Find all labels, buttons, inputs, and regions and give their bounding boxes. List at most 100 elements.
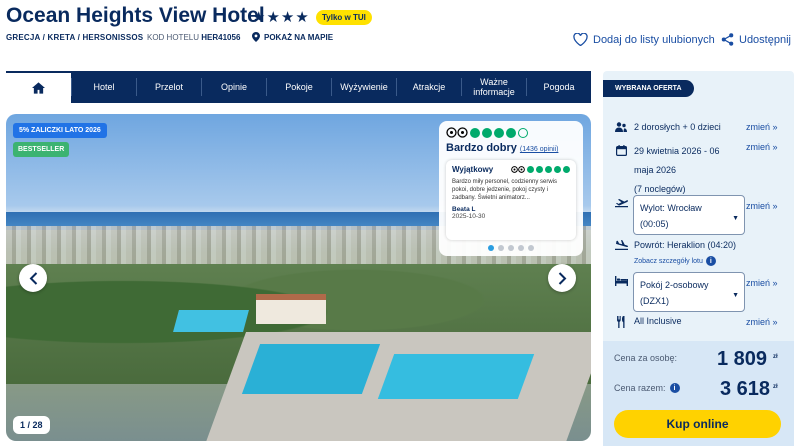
info-icon: i bbox=[705, 256, 716, 266]
rating-dot-filled bbox=[482, 127, 492, 138]
currency-label: zł bbox=[773, 384, 778, 390]
guests-option: 2 dorosłych + 0 dzieci bbox=[614, 122, 721, 133]
board-type: All Inclusive bbox=[634, 316, 682, 326]
tab-reviews[interactable]: Opinie bbox=[201, 78, 266, 96]
rating-dot-filled bbox=[536, 166, 543, 173]
heart-icon bbox=[573, 33, 588, 46]
pager-dot[interactable] bbox=[528, 245, 534, 251]
tab-attractions[interactable]: Atrakcje bbox=[396, 78, 461, 96]
price-per-person-label: Cena za osobę: bbox=[614, 353, 678, 363]
tab-home[interactable] bbox=[6, 71, 71, 103]
show-on-map-label: POKAŻ NA MAPIE bbox=[264, 32, 334, 42]
room-select[interactable]: Pokój 2-osobowy (DZX1) ▼ bbox=[633, 272, 745, 312]
plane-icon bbox=[614, 198, 628, 208]
gallery-prev-button[interactable] bbox=[19, 264, 47, 292]
people-icon bbox=[614, 122, 628, 133]
rating-dot-filled bbox=[554, 166, 561, 173]
rating-dot-filled bbox=[494, 127, 504, 138]
tab-rooms[interactable]: Pokoje bbox=[266, 78, 331, 96]
hotel-title: Ocean Heights View Hotel bbox=[6, 4, 265, 27]
review-date: 2025-10-30 bbox=[452, 213, 486, 220]
tripadvisor-owl-icon bbox=[446, 127, 468, 138]
board-option: All Inclusive bbox=[614, 316, 682, 328]
total-price-label-row: Cena razem: i bbox=[614, 383, 680, 393]
room-option bbox=[614, 276, 634, 286]
flight-details-link[interactable]: Zobacz szczegóły lotu i bbox=[634, 256, 716, 266]
total-price-label: Cena razem: bbox=[614, 383, 666, 393]
share-button[interactable]: Udostępnij bbox=[721, 33, 791, 46]
tab-flight[interactable]: Przelot bbox=[136, 78, 201, 96]
total-price: 3 618 bbox=[720, 378, 771, 400]
buy-online-button[interactable]: Kup online bbox=[614, 410, 781, 438]
gallery-next-button[interactable] bbox=[548, 264, 576, 292]
tab-navigation: Hotel Przelot Opinie Pokoje Wyżywienie A… bbox=[6, 71, 591, 103]
show-on-map-link[interactable]: POKAŻ NA MAPIE bbox=[252, 32, 333, 42]
change-departure-link[interactable]: zmień » bbox=[746, 201, 778, 211]
chevron-down-icon: ▼ bbox=[732, 292, 739, 299]
change-dates-link[interactable]: zmień » bbox=[746, 142, 778, 152]
review-count-link[interactable]: (1436 opinii) bbox=[520, 146, 559, 153]
tripadvisor-owl-icon bbox=[511, 166, 525, 173]
rating-dot-filled bbox=[470, 127, 480, 138]
flight-details-label: Zobacz szczegóły lotu bbox=[634, 257, 703, 265]
change-board-link[interactable]: zmień » bbox=[746, 317, 778, 327]
gallery-photo-pool bbox=[173, 310, 249, 332]
review-item-rating bbox=[511, 166, 570, 173]
bed-icon bbox=[614, 276, 628, 286]
tab-board[interactable]: Wyżywienie bbox=[331, 78, 396, 96]
share-label: Udostępnij bbox=[739, 33, 791, 46]
review-text: Bardzo miły personel, codzienny serwis p… bbox=[452, 179, 558, 201]
cutlery-icon bbox=[614, 316, 628, 328]
info-icon[interactable]: i bbox=[669, 383, 680, 393]
rating-dot-filled bbox=[527, 166, 534, 173]
review-author: Beata L bbox=[452, 206, 476, 213]
review-summary: Bardzo dobry (1436 opinii) bbox=[446, 142, 576, 154]
pager-dot[interactable] bbox=[518, 245, 524, 251]
map-pin-icon bbox=[252, 32, 260, 42]
chevron-right-icon bbox=[558, 271, 566, 285]
review-item-rating-word: Wyjątkowy bbox=[452, 165, 494, 174]
chevron-left-icon bbox=[29, 271, 37, 285]
hotel-code-label: KOD HOTELU bbox=[147, 33, 200, 42]
calendar-icon bbox=[614, 145, 628, 156]
tab-important-info[interactable]: Ważne informacje bbox=[461, 77, 526, 97]
change-room-link[interactable]: zmień » bbox=[746, 278, 778, 288]
pager-dot[interactable] bbox=[498, 245, 504, 251]
room-line-1: Pokój 2-osobowy bbox=[640, 280, 709, 290]
guests-value: 2 dorosłych + 0 dzieci bbox=[634, 122, 721, 132]
departure-line-2: (00:05) bbox=[640, 219, 669, 229]
star-rating: ★★★★ bbox=[252, 9, 310, 26]
review-card[interactable]: Bardzo dobry (1436 opinii) Wyjątkowy Bar… bbox=[439, 121, 583, 256]
room-line-2: (DZX1) bbox=[640, 296, 669, 306]
exclusive-badge: Tylko w TUI bbox=[316, 10, 372, 25]
review-pager bbox=[446, 245, 576, 251]
tripadvisor-rating bbox=[446, 127, 576, 138]
departure-option bbox=[614, 198, 634, 208]
return-option: Powrót: Heraklion (04:20) bbox=[614, 240, 736, 250]
home-icon bbox=[32, 82, 45, 94]
bestseller-badge: BESTSELLER bbox=[13, 142, 70, 157]
pager-dot[interactable] bbox=[488, 245, 494, 251]
change-guests-link[interactable]: zmień » bbox=[746, 122, 778, 132]
add-to-favorites-button[interactable]: Dodaj do listy ulubionych bbox=[573, 33, 715, 46]
currency-label: zł bbox=[773, 354, 778, 360]
photo-gallery[interactable]: 5% ZALICZKI LATO 2026 BESTSELLER 1 / 28 … bbox=[6, 114, 591, 441]
gallery-photo-pool bbox=[241, 344, 381, 394]
plane-landing-icon bbox=[614, 240, 628, 250]
tab-weather[interactable]: Pogoda bbox=[526, 78, 591, 96]
dates-line-1: 29 kwietnia 2026 - 06 bbox=[634, 146, 720, 156]
gallery-photo-pool bbox=[377, 354, 535, 399]
dates-option: 29 kwietnia 2026 - 06 maja 2026 (7 nocle… bbox=[614, 142, 720, 199]
departure-select[interactable]: Wylot: Wrocław (00:05) ▼ bbox=[633, 195, 745, 235]
rating-dot-filled bbox=[506, 127, 516, 138]
dates-line-2: maja 2026 bbox=[634, 165, 677, 175]
hotel-code-value: HER41056 bbox=[201, 33, 241, 42]
tab-hotel[interactable]: Hotel bbox=[71, 78, 136, 96]
rating-dot-filled bbox=[563, 166, 570, 173]
review-rating-word: Bardzo dobry bbox=[446, 142, 517, 154]
pager-dot[interactable] bbox=[508, 245, 514, 251]
gallery-counter: 1 / 28 bbox=[13, 416, 50, 434]
breadcrumb[interactable]: GRECJA / KRETA / HERSONISSOS bbox=[6, 33, 143, 42]
rating-dot-filled bbox=[545, 166, 552, 173]
share-icon bbox=[721, 33, 734, 46]
